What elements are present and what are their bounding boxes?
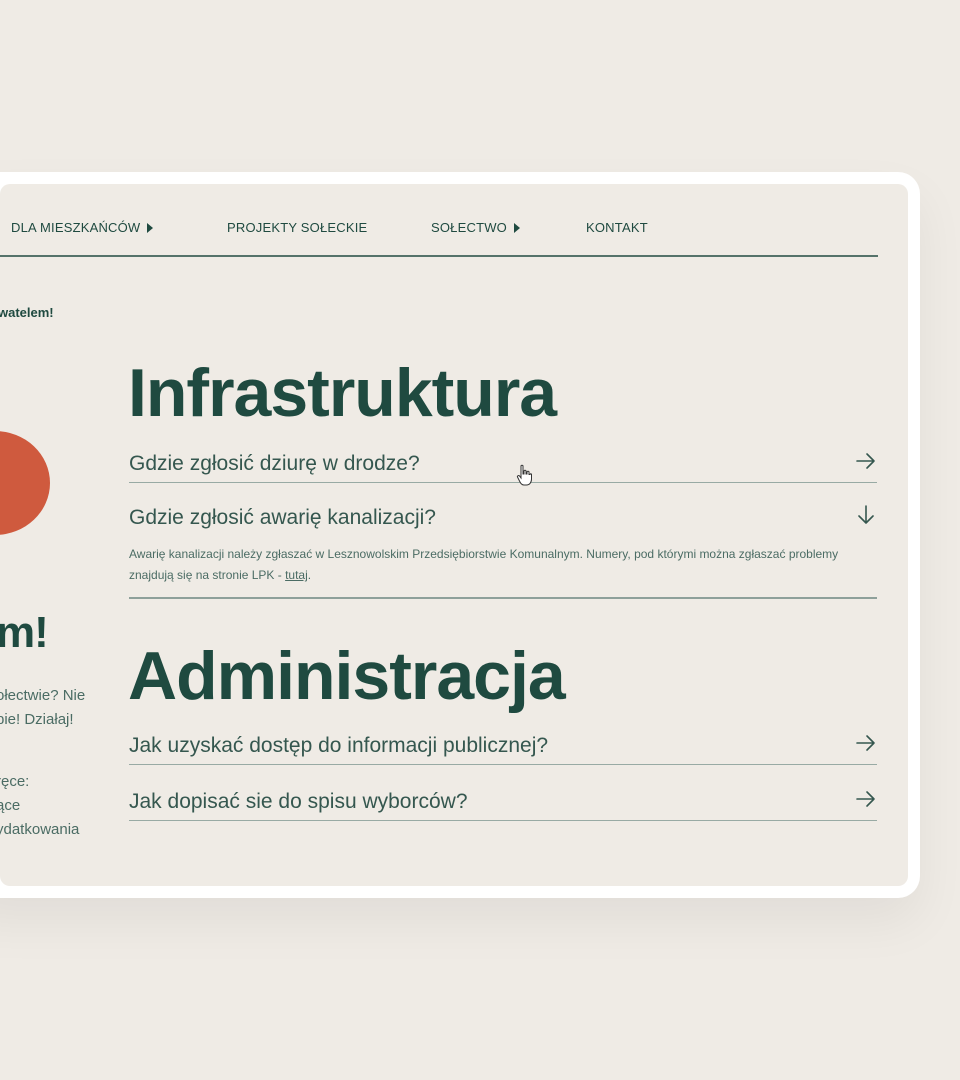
faq-question: Gdzie zgłosić dziurę w drodze? (129, 452, 420, 475)
browser-frame: DLA MIESZKAŃCÓW PROJEKTY SOŁECKIE SOŁECT… (0, 172, 920, 898)
faq-answer-end: . (307, 568, 312, 582)
side-text-line: ące (0, 797, 21, 814)
caret-right-icon (147, 222, 154, 233)
faq-item[interactable]: Jak dopisać sie do spisu wyborców? (129, 790, 877, 821)
welcome-text-fragment: watelem! (0, 305, 54, 320)
faq-question: Gdzie zgłosić awarię kanalizacji? (129, 506, 436, 529)
lpk-link[interactable]: tutaj (285, 568, 308, 582)
page-viewport: DLA MIESZKAŃCÓW PROJEKTY SOŁECKIE SOŁECT… (0, 184, 908, 886)
caret-right-icon (514, 222, 520, 233)
decorative-circle (0, 431, 50, 535)
section-title-administracja: Administracja (128, 638, 566, 714)
hand-pointer-cursor-icon (516, 464, 532, 486)
nav-item-label: PROJEKTY SOŁECKIE (227, 220, 368, 235)
side-text-line: ydatkowania (0, 821, 80, 838)
faq-divider (129, 597, 877, 599)
nav-item-label: SOŁECTWO (431, 220, 507, 235)
faq-answer: Awarię kanalizacji należy zgłaszać w Les… (129, 544, 877, 586)
main-nav: DLA MIESZKAŃCÓW PROJEKTY SOŁECKIE SOŁECT… (0, 184, 878, 257)
arrow-right-icon (856, 453, 875, 469)
arrow-right-icon (856, 791, 875, 807)
section-title-infrastruktura: Infrastruktura (128, 355, 557, 431)
faq-question: Jak uzyskać dostęp do informacji publicz… (129, 734, 549, 757)
side-text-line: ołectwie? Nie (0, 687, 86, 704)
nav-item-solectwo[interactable]: SOŁECTWO (431, 220, 520, 235)
nav-item-label: DLA MIESZKAŃCÓW (11, 220, 141, 235)
side-text-line: ręce: (0, 773, 30, 790)
nav-item-dla-mieszkancow[interactable]: DLA MIESZKAŃCÓW (11, 220, 154, 235)
side-text-line: bie! Działaj! (0, 711, 74, 728)
faq-item-expanded[interactable]: Gdzie zgłosić awarię kanalizacji? (129, 505, 877, 536)
faq-item[interactable]: Gdzie zgłosić dziurę w drodze? (129, 452, 877, 483)
faq-item[interactable]: Jak uzyskać dostęp do informacji publicz… (129, 734, 877, 765)
faq-question: Jak dopisać sie do spisu wyborców? (129, 790, 468, 813)
nav-item-projekty-soleckie[interactable]: PROJEKTY SOŁECKIE (227, 220, 367, 235)
faq-answer-text: Awarię kanalizacji należy zgłaszać w Les… (129, 547, 839, 582)
side-heading-fragment: m! (0, 608, 49, 657)
arrow-down-icon (858, 505, 874, 524)
nav-item-label: KONTAKT (586, 220, 648, 235)
nav-item-kontakt[interactable]: KONTAKT (586, 220, 648, 235)
arrow-right-icon (856, 735, 875, 751)
